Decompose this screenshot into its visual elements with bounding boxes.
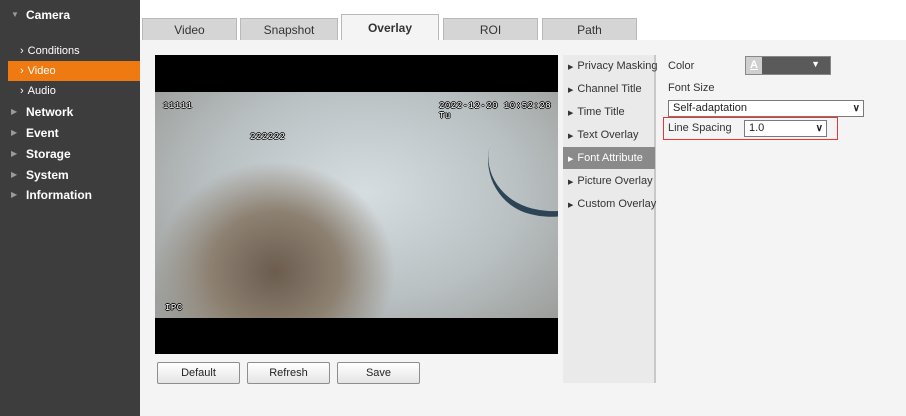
tab-bar: Video Snapshot Overlay ROI Path [140, 14, 906, 40]
chevron-down-icon: ∨ [852, 103, 860, 114]
chevron-right-icon: › [20, 85, 24, 97]
save-button[interactable]: Save [337, 362, 420, 384]
triangle-down-icon: ▼ [11, 10, 19, 19]
color-label: Color [668, 60, 695, 72]
sidebar-item-label: Video [27, 65, 56, 77]
triangle-right-icon: ▶ [11, 149, 18, 158]
line-spacing-label: Line Spacing [668, 122, 732, 134]
sidebar-item-camera[interactable]: ▼ Camera [0, 5, 140, 25]
sidebar-item-label: System [26, 168, 69, 182]
sidebar-item-label: Network [26, 105, 74, 119]
triangle-right-icon: ▶ [568, 110, 574, 117]
chevron-right-icon: › [20, 65, 24, 77]
overlay-menu: ▶ Privacy Masking ▶ Channel Title ▶ Time Ti… [563, 55, 658, 383]
triangle-right-icon: ▶ [568, 133, 574, 140]
sidebar-item-network[interactable]: ▶ Network [0, 102, 140, 122]
triangle-right-icon: ▶ [568, 202, 574, 209]
osd-custom-title[interactable]: 11111 [163, 101, 193, 111]
menu-item-picture-overlay[interactable]: ▶ Picture Overlay [563, 170, 655, 192]
sidebar-item-label: Storage [26, 147, 71, 161]
video-preview: 11111 2022-12-20 10:52:28 Tu 222222 IPC [155, 55, 558, 354]
menu-item-privacy-masking[interactable]: ▶ Privacy Masking [563, 55, 658, 77]
menu-item-time-title[interactable]: ▶ Time Title [563, 101, 655, 123]
menu-item-label: Time Title [577, 106, 625, 118]
sidebar-item-storage[interactable]: ▶ Storage [0, 144, 140, 164]
line-spacing-value: 1.0 [749, 122, 765, 134]
sidebar-item-label: Camera [26, 8, 71, 22]
tab-roi[interactable]: ROI [443, 18, 538, 40]
tab-snapshot[interactable]: Snapshot [240, 18, 338, 40]
triangle-right-icon: ▶ [568, 64, 574, 71]
lens-arc [476, 113, 558, 235]
chevron-down-icon: ∨ [815, 123, 823, 134]
tab-overlay[interactable]: Overlay [341, 14, 439, 40]
camera-frame [155, 92, 558, 318]
sidebar: ▼ Camera › Conditions › Video › Audio ▶ Net… [0, 0, 140, 416]
sidebar-item-label: Event [26, 126, 59, 140]
menu-item-text-overlay[interactable]: ▶ Text Overlay [563, 124, 655, 146]
sidebar-item-system[interactable]: ▶ System [0, 165, 140, 185]
tab-video[interactable]: Video [142, 18, 237, 40]
sidebar-item-audio[interactable]: › Audio [0, 81, 140, 101]
triangle-right-icon: ▶ [568, 87, 574, 94]
triangle-right-icon: ▶ [11, 107, 18, 116]
triangle-right-icon: ▶ [11, 190, 18, 199]
caret-down-icon: ▼ [811, 59, 820, 69]
chevron-right-icon: › [20, 45, 24, 57]
tab-path[interactable]: Path [542, 18, 637, 40]
triangle-right-icon: ▶ [568, 156, 574, 163]
sidebar-item-video[interactable]: › Video [8, 61, 140, 81]
font-size-value: Self-adaptation [673, 102, 747, 114]
osd-channel-title[interactable]: IPC [165, 303, 183, 313]
menu-item-label: Privacy Masking [577, 60, 658, 72]
font-size-label: Font Size [668, 82, 715, 94]
default-button[interactable]: Default [157, 362, 240, 384]
refresh-button[interactable]: Refresh [247, 362, 330, 384]
menu-item-label: Picture Overlay [577, 175, 653, 187]
osd-timestamp[interactable]: 2022-12-20 10:52:28 Tu [439, 101, 558, 121]
osd-text-overlay[interactable]: 222222 [250, 132, 285, 142]
menu-item-label: Font Attribute [577, 152, 643, 164]
sidebar-item-information[interactable]: ▶ Information [0, 185, 140, 205]
menu-item-label: Channel Title [577, 83, 642, 95]
sidebar-item-conditions[interactable]: › Conditions [0, 41, 140, 61]
sidebar-item-event[interactable]: ▶ Event [0, 123, 140, 143]
menu-item-channel-title[interactable]: ▶ Channel Title [563, 78, 655, 100]
menu-item-custom-overlay[interactable]: ▶ Custom Overlay [563, 193, 657, 215]
triangle-right-icon: ▶ [11, 170, 18, 179]
color-select[interactable]: A ▼ [745, 56, 831, 75]
menu-item-label: Text Overlay [577, 129, 639, 141]
sidebar-item-label: Audio [27, 85, 56, 97]
font-size-select[interactable]: Self-adaptation ∨ [668, 100, 864, 117]
sidebar-item-label: Information [26, 188, 92, 202]
triangle-right-icon: ▶ [568, 179, 574, 186]
line-spacing-select[interactable]: 1.0 ∨ [744, 120, 827, 137]
sidebar-item-label: Conditions [27, 45, 80, 57]
menu-item-label: Custom Overlay [577, 198, 657, 210]
color-swatch: A [746, 57, 762, 74]
menu-item-font-attribute[interactable]: ▶ Font Attribute [563, 147, 655, 169]
triangle-right-icon: ▶ [11, 128, 18, 137]
